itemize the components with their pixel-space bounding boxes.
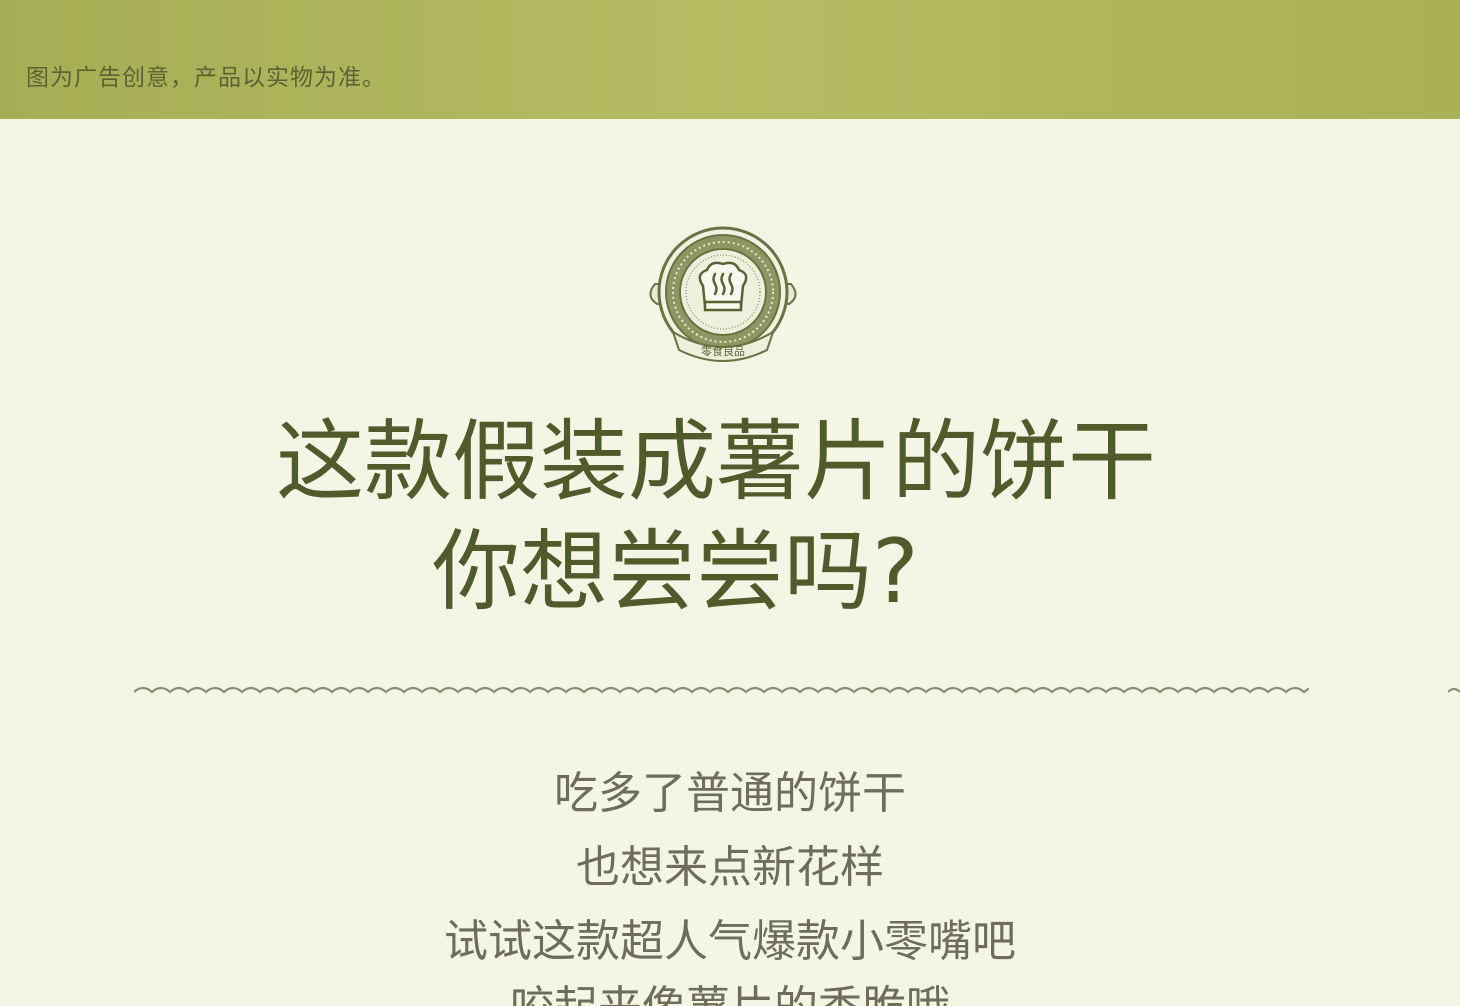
- body-line-4: 咬起来像薯片的香脆哦: [0, 986, 1460, 1006]
- body-line-3: 试试这款超人气爆款小零嘴吧: [444, 916, 1016, 967]
- headline-line-2: 你想尝尝吗?: [432, 520, 919, 623]
- top-banner: 图为广告创意，产品以实物为准。: [0, 0, 1460, 119]
- headline-line-1: 这款假装成薯片的饼干: [276, 410, 1157, 513]
- emblem-caption: 零食良品: [701, 344, 745, 358]
- brand-emblem: 零食良品: [649, 226, 797, 362]
- ad-disclaimer: 图为广告创意，产品以实物为准。: [26, 65, 386, 91]
- wavy-divider: [134, 686, 1309, 694]
- wavy-divider-tail: [1448, 687, 1460, 693]
- body-line-1: 吃多了普通的饼干: [554, 768, 906, 819]
- chef-hat-icon: [698, 261, 748, 312]
- body-line-2: 也想来点新花样: [576, 842, 884, 893]
- product-page: 图为广告创意，产品以实物为准。 零食良品 这款假装成薯片的饼干 你想尝尝吗? 吃…: [0, 0, 1460, 1006]
